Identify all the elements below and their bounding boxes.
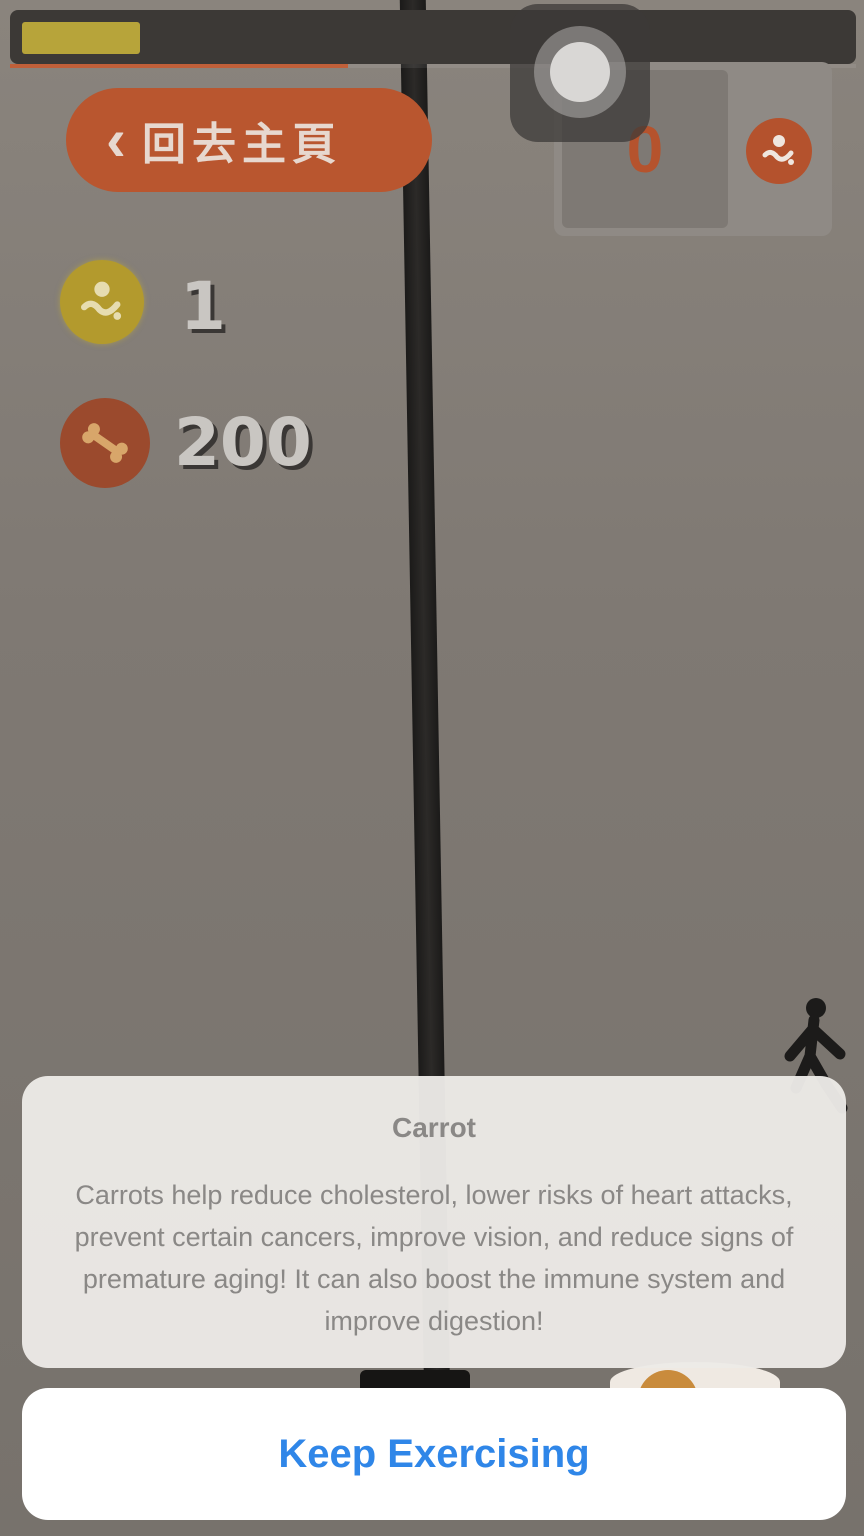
paw-badge-icon[interactable] xyxy=(746,118,812,184)
alert-title: Carrot xyxy=(391,1112,476,1143)
back-to-home-button[interactable]: ‹ 回去主頁 xyxy=(66,88,432,192)
energy-meter xyxy=(22,22,140,54)
bone-icon xyxy=(60,398,150,488)
assistive-dot xyxy=(550,42,610,102)
chevron-left-icon: ‹ xyxy=(106,106,126,173)
alert-message: Carrots help reduce cholesterol, lower r… xyxy=(74,1180,794,1336)
progress-fill xyxy=(10,64,349,68)
keep-exercising-button[interactable]: Keep Exercising xyxy=(22,1388,846,1520)
coin-count: 1 xyxy=(180,268,226,345)
alert-sheet: Carrot Carrots help reduce cholesterol, … xyxy=(22,1076,846,1368)
bone-count: 200 xyxy=(174,404,312,481)
back-button-label: 回去主頁 xyxy=(141,119,342,170)
coin-paw-icon xyxy=(60,260,144,344)
assistive-touch-button[interactable] xyxy=(510,4,650,142)
